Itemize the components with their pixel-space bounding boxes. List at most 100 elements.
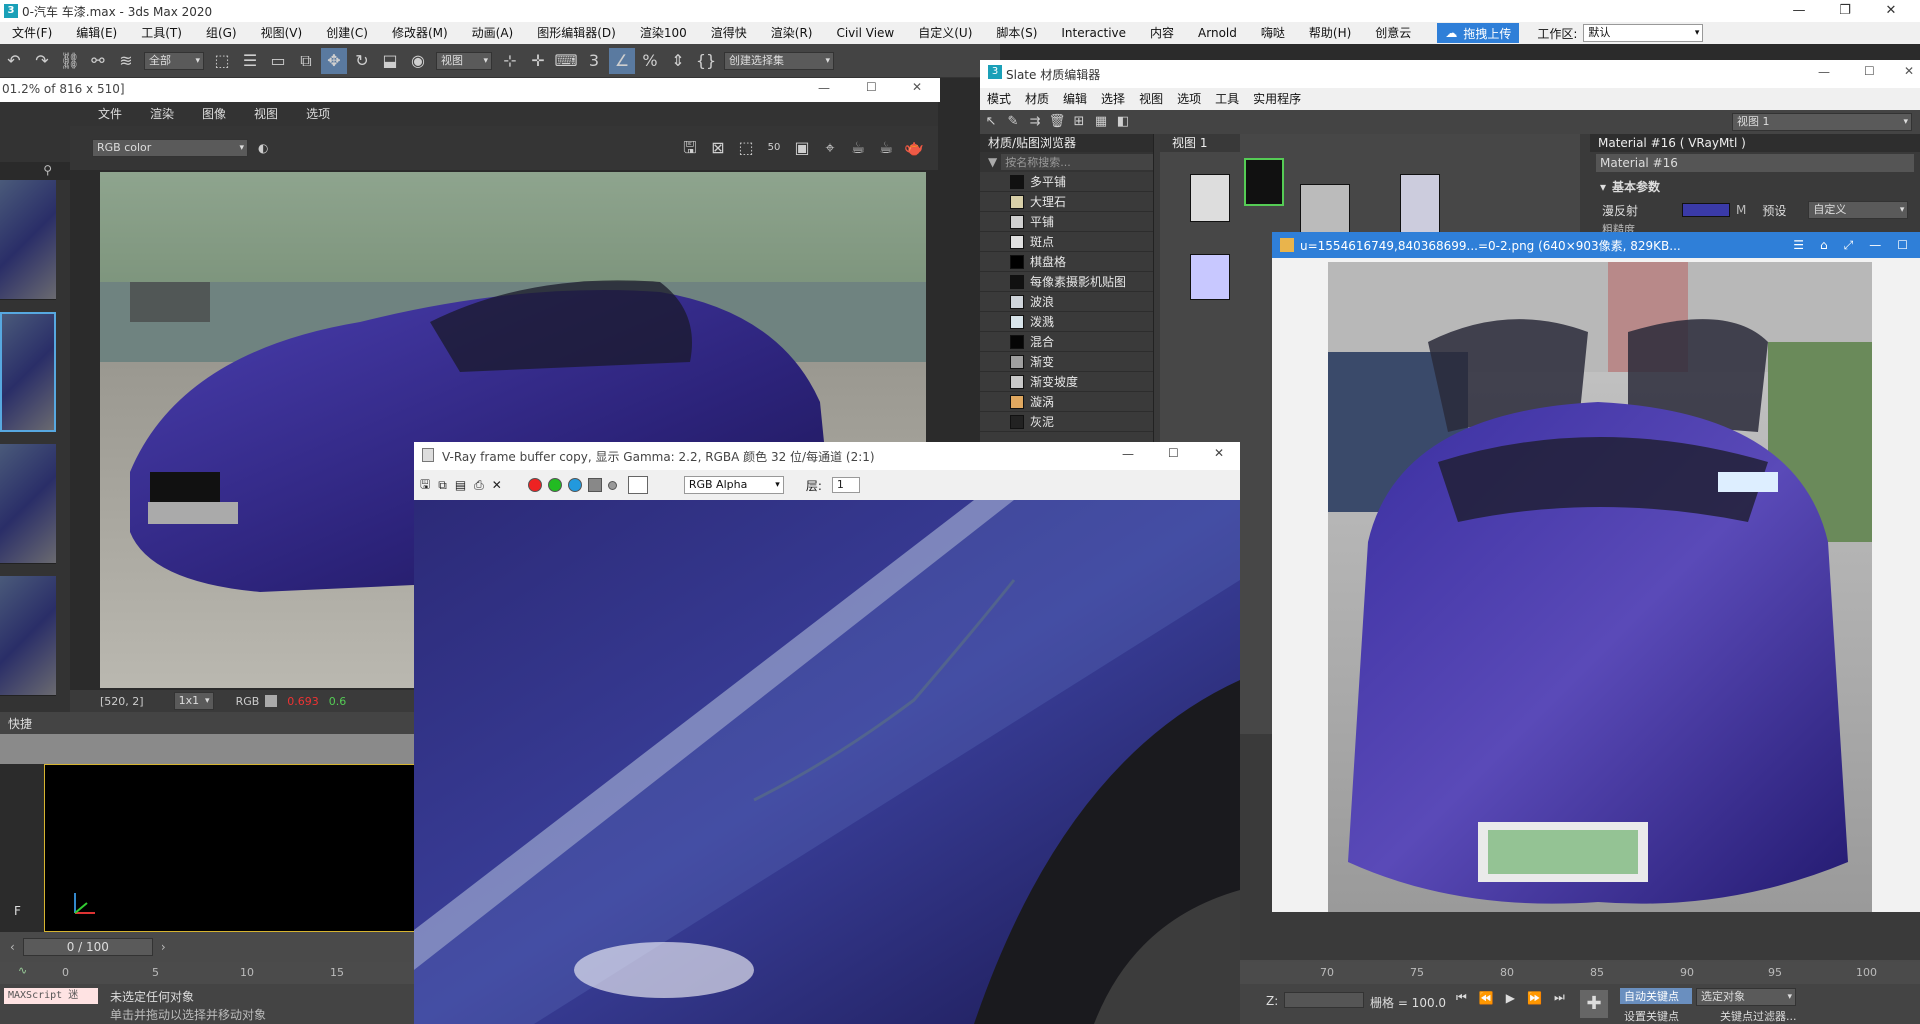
map-list-item[interactable]: 棋盘格 [980,252,1153,272]
save-all-icon[interactable]: ⧉ [438,478,447,493]
save-icon[interactable]: 🖫 [420,475,430,496]
region-select-icon[interactable]: ⬚ [733,135,759,161]
menu-item[interactable]: 编辑(E) [64,22,129,44]
track-mouse-icon[interactable]: ⌖ [817,135,843,161]
next-key-icon[interactable]: ⏩ [1527,991,1542,1005]
select-by-name-icon[interactable]: ☰ [237,48,263,74]
map-list-item[interactable]: 泼溅 [980,312,1153,332]
play-icon[interactable]: ▶ [1506,991,1515,1005]
vfb-channel-dropdown[interactable]: RGB Alpha [683,476,784,494]
auto-key-button[interactable]: 自动关键点 [1620,988,1692,1004]
background-icon[interactable]: ▦ [1091,109,1111,135]
save-icon[interactable]: 🖫 [677,135,703,161]
material-node[interactable] [1244,158,1284,206]
minimize-icon[interactable]: — [1869,238,1881,252]
set-key-big-button[interactable]: ✚ [1580,990,1608,1018]
menu-item[interactable]: 文件(F) [0,22,64,44]
menu-icon[interactable]: ☰ [1793,238,1804,252]
slate-menu-item[interactable]: 视图 [1132,88,1170,110]
unlink-icon[interactable]: ⚯ [85,48,111,74]
render-icon[interactable]: ☕ [845,135,871,161]
collapse-icon[interactable]: ▼ [988,155,997,169]
z-coord-field[interactable] [1284,992,1364,1008]
clear-icon[interactable]: ⊠ [705,135,731,161]
green-channel-icon[interactable] [547,478,562,492]
zoom-50-icon[interactable]: 50 [761,135,787,161]
map-list-item[interactable]: 斑点 [980,232,1153,252]
render-last-icon[interactable]: ☕ [873,135,899,161]
menu-item[interactable]: 工具(T) [129,22,194,44]
render-frame-menu-item[interactable]: 视图 [240,102,292,126]
map-list-item[interactable]: 每像素摄影机贴图 [980,272,1153,292]
menu-item[interactable]: Civil View [824,22,906,44]
key-filter-label[interactable]: 关键点过滤器... [1720,1008,1797,1024]
minimize-icon[interactable]: — [1122,447,1134,461]
view-navigator-dropdown[interactable]: 视图 1 [1732,113,1912,131]
thumbnail[interactable] [0,180,56,300]
map-list-item[interactable]: 渐变 [980,352,1153,372]
slate-menu-item[interactable]: 编辑 [1056,88,1094,110]
print-icon[interactable]: ⎙ [474,478,484,493]
menu-item[interactable]: 渲染(R) [759,22,825,44]
maxscript-listener[interactable]: MAXScript 迷 [4,988,98,1004]
window-crossing-icon[interactable]: ⧉ [293,48,319,74]
map-list-item[interactable]: 多平铺 [980,172,1153,192]
render-frame-menu-item[interactable]: 文件 [84,102,136,126]
put-to-scene-icon[interactable]: ⇉ [1025,109,1045,135]
menu-item[interactable]: 帮助(H) [1297,22,1363,44]
maximize-icon[interactable]: ☐ [1168,446,1179,460]
menu-item[interactable]: 创意云 [1363,22,1423,44]
select-rotate-icon[interactable]: ↻ [349,48,375,74]
menu-item[interactable]: Interactive [1049,22,1138,44]
mono-icon[interactable] [607,480,617,490]
undo-icon[interactable]: ↶ [1,48,27,74]
next-frame-icon[interactable]: › [161,940,166,954]
slate-menu-item[interactable]: 选择 [1094,88,1132,110]
goto-end-icon[interactable]: ⏭ [1554,990,1565,1005]
maximize-icon[interactable]: ☐ [1897,238,1908,252]
manipulate-icon[interactable]: ✛ [525,48,551,74]
map-list-item[interactable]: 大理石 [980,192,1153,212]
browser-search-input[interactable]: 按名称搜索... [1001,154,1153,170]
spinner-snap-icon[interactable]: ⇕ [665,48,691,74]
prev-key-icon[interactable]: ⏪ [1479,991,1494,1005]
menu-item[interactable]: 修改器(M) [380,22,460,44]
tesla-photo[interactable] [1328,262,1872,912]
menu-item[interactable]: 创建(C) [314,22,380,44]
minimize-icon[interactable]: — [818,81,830,95]
blue-channel-icon[interactable] [567,478,582,492]
rect-selection-icon[interactable]: ▭ [265,48,291,74]
slate-menu-item[interactable]: 选项 [1170,88,1208,110]
snap-toggle-icon[interactable]: 3 [581,48,607,74]
curve-icon[interactable]: ∿ [18,964,27,977]
link-icon[interactable]: ⛓ [57,48,83,74]
swatch-icon[interactable] [627,476,648,494]
workspace-dropdown[interactable]: 默认 [1583,24,1704,42]
map-button-icon[interactable]: M [1736,203,1746,217]
pivot-icon[interactable]: ⊹ [497,48,523,74]
eyedropper-icon[interactable]: ✎ [1003,109,1023,135]
menu-item[interactable]: 组(G) [194,22,249,44]
select-object-icon[interactable]: ⬚ [209,48,235,74]
prev-frame-icon[interactable]: ‹ [10,940,15,954]
thumbnail[interactable] [0,444,56,564]
mini-viewport[interactable] [44,764,424,932]
select-tool-icon[interactable]: ↖ [981,109,1001,135]
alpha-channel-icon[interactable] [587,478,602,492]
menu-item[interactable]: 嗨哒 [1249,22,1297,44]
color-wheel-icon[interactable]: ◐ [258,141,268,155]
redo-icon[interactable]: ↷ [29,48,55,74]
output-node[interactable] [1400,174,1440,234]
thumbnail[interactable] [0,576,56,696]
slate-menu-item[interactable]: 模式 [980,88,1018,110]
menu-item[interactable]: 渲染100 [628,22,699,44]
menu-item[interactable]: 自定义(U) [906,22,984,44]
slate-menu-item[interactable]: 材质 [1018,88,1056,110]
clear-icon[interactable]: ✕ [492,478,502,492]
close-icon[interactable]: ✕ [1214,446,1224,460]
menu-item[interactable]: 内容 [1138,22,1186,44]
search-icon[interactable]: ⚲ [43,163,52,177]
view-tab[interactable]: 视图 1 [1160,134,1240,152]
map-list-item[interactable]: 漩涡 [980,392,1153,412]
preset-dropdown[interactable]: 自定义 [1808,201,1909,219]
